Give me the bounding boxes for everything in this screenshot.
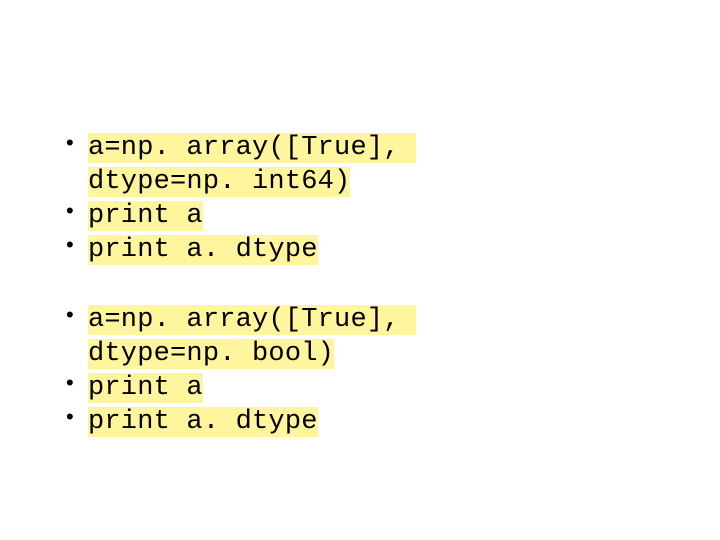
list-item: print a. dtype xyxy=(60,232,660,266)
bullet-group-1: a=np. array([True], dtype=np. int64) pri… xyxy=(60,130,660,266)
code-line: print a xyxy=(88,373,203,403)
bullet-group-2: a=np. array([True], dtype=np. bool) prin… xyxy=(60,302,660,438)
code-line: dtype=np. bool) xyxy=(88,339,334,369)
list-item: print a xyxy=(60,198,660,232)
code-line: a=np. array([True], xyxy=(88,133,416,163)
code-line: a=np. array([True], xyxy=(88,305,416,335)
slide: a=np. array([True], dtype=np. int64) pri… xyxy=(0,0,720,540)
list-item: print a. dtype xyxy=(60,404,660,438)
code-line: print a. dtype xyxy=(88,407,318,437)
list-item: a=np. array([True], dtype=np. int64) xyxy=(60,130,660,198)
list-item: a=np. array([True], dtype=np. bool) xyxy=(60,302,660,370)
code-line: print a xyxy=(88,201,203,231)
code-line: print a. dtype xyxy=(88,235,318,265)
list-item: print a xyxy=(60,370,660,404)
code-line: dtype=np. int64) xyxy=(88,167,350,197)
spacer xyxy=(60,266,660,302)
